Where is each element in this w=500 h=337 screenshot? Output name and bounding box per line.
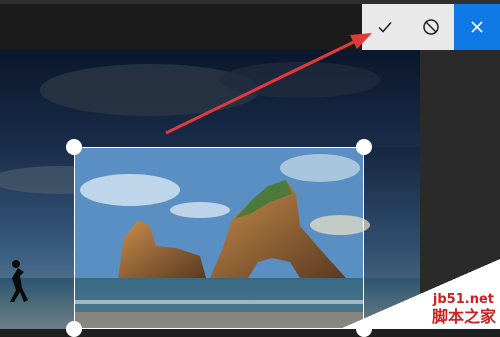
watermark-name: 脚本之家 (431, 307, 496, 326)
